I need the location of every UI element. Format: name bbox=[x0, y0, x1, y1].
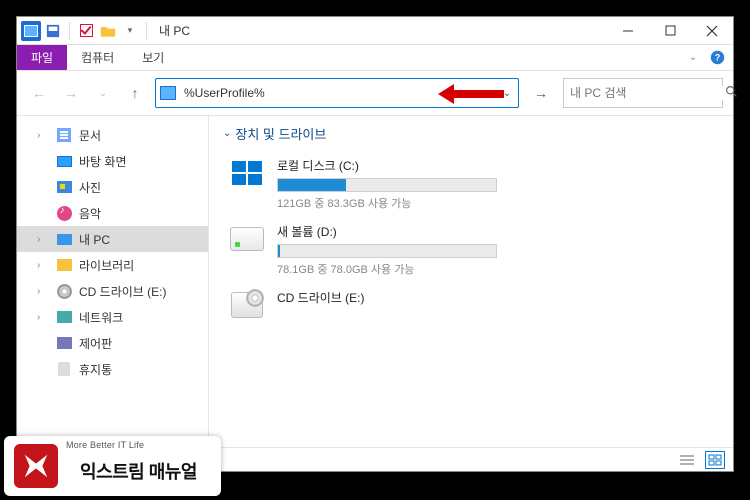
monitor-icon bbox=[21, 21, 41, 41]
sidebar-item-label: 라이브러리 bbox=[79, 257, 134, 274]
help-button[interactable]: ? bbox=[701, 45, 733, 70]
navigation-pane: › 문서바탕 화면사진음악 › 내 PC › 라이브러리 › CD 드라이브 (E:) › 네트워… bbox=[17, 116, 209, 447]
back-button[interactable]: ← bbox=[27, 81, 51, 105]
details-view-button[interactable] bbox=[677, 451, 697, 469]
sidebar-item-label: 바탕 화면 bbox=[79, 153, 127, 170]
cd-icon bbox=[55, 283, 73, 299]
net-icon bbox=[55, 309, 73, 325]
menu-view[interactable]: 보기 bbox=[128, 45, 178, 70]
sidebar-item-music[interactable]: 음악 bbox=[17, 200, 208, 226]
address-bar[interactable]: ⌄ bbox=[155, 78, 519, 108]
minimize-button[interactable] bbox=[607, 17, 649, 44]
expand-chevron-icon[interactable]: › bbox=[37, 286, 49, 297]
pc-icon bbox=[55, 231, 73, 247]
lib-icon bbox=[55, 257, 73, 273]
sidebar-item-ctrl[interactable]: 제어판 bbox=[17, 330, 208, 356]
hdd-drive-icon bbox=[230, 227, 264, 251]
recent-dropdown[interactable]: ⌄ bbox=[91, 81, 115, 105]
titlebar: ▾ 내 PC bbox=[17, 17, 733, 45]
close-button[interactable] bbox=[691, 17, 733, 44]
trash-icon bbox=[55, 361, 73, 377]
address-location-icon bbox=[156, 86, 180, 100]
up-button[interactable]: ↑ bbox=[123, 81, 147, 105]
maximize-button[interactable] bbox=[649, 17, 691, 44]
search-input[interactable] bbox=[570, 86, 725, 100]
storage-bar bbox=[277, 244, 497, 258]
menu-computer[interactable]: 컴퓨터 bbox=[67, 45, 128, 70]
window-title: 내 PC bbox=[155, 22, 607, 39]
address-input[interactable] bbox=[180, 84, 496, 102]
sidebar-item-label: 네트워크 bbox=[79, 309, 123, 326]
chevron-down-icon: ⌄ bbox=[223, 128, 231, 139]
ctrl-icon bbox=[55, 335, 73, 351]
sidebar-item-lib[interactable]: › 라이브러리 bbox=[17, 252, 208, 278]
sidebar-item-net[interactable]: › 네트워크 bbox=[17, 304, 208, 330]
search-box[interactable] bbox=[563, 78, 723, 108]
desk-icon bbox=[55, 153, 73, 169]
sidebar-item-pic[interactable]: 사진 bbox=[17, 174, 208, 200]
separator bbox=[146, 22, 147, 40]
watermark-logo: More Better IT Life 익스트림 매뉴얼 bbox=[4, 436, 221, 496]
drive-subtitle: 121GB 중 83.3GB 사용 가능 bbox=[277, 195, 715, 211]
docs-icon bbox=[55, 127, 73, 143]
go-refresh-button[interactable]: → bbox=[527, 79, 555, 107]
forward-button[interactable]: → bbox=[59, 81, 83, 105]
sidebar-item-label: 사진 bbox=[79, 179, 101, 196]
expand-chevron-icon[interactable]: › bbox=[37, 234, 49, 245]
logo-badge-icon bbox=[14, 444, 58, 488]
section-title: 장치 및 드라이브 bbox=[235, 124, 326, 143]
sidebar-item-label: 제어판 bbox=[79, 335, 112, 352]
ribbon-expand-icon[interactable]: ⌄ bbox=[685, 45, 701, 70]
sidebar-item-label: 휴지통 bbox=[79, 361, 112, 378]
quick-access-toolbar: ▾ bbox=[17, 21, 155, 41]
content-pane: ⌄ 장치 및 드라이브 로컬 디스크 (C:) 121GB 중 83.3GB 사용… bbox=[209, 116, 733, 447]
folder-qa-icon[interactable] bbox=[98, 21, 118, 41]
sidebar-item-docs[interactable]: › 문서 bbox=[17, 122, 208, 148]
drive-item[interactable]: 새 볼륨 (D:) 78.1GB 중 78.0GB 사용 가능 bbox=[223, 217, 719, 283]
music-icon bbox=[55, 205, 73, 221]
search-icon[interactable] bbox=[725, 85, 738, 101]
section-devices-drives[interactable]: ⌄ 장치 및 드라이브 bbox=[223, 124, 719, 143]
qa-dropdown-icon[interactable]: ▾ bbox=[120, 21, 140, 41]
drive-title[interactable]: CD 드라이브 (E:) bbox=[277, 289, 715, 306]
properties-checked-icon[interactable] bbox=[76, 21, 96, 41]
menubar: 파일 컴퓨터 보기 ⌄ ? bbox=[17, 45, 733, 71]
cd-drive-icon bbox=[231, 292, 263, 318]
sidebar-item-label: CD 드라이브 (E:) bbox=[79, 283, 167, 300]
sidebar-item-pc[interactable]: › 내 PC bbox=[17, 226, 208, 252]
expand-chevron-icon[interactable]: › bbox=[37, 260, 49, 271]
expand-chevron-icon[interactable]: › bbox=[37, 130, 49, 141]
logo-tagline: More Better IT Life bbox=[66, 440, 211, 450]
sidebar-item-label: 음악 bbox=[79, 205, 101, 222]
logo-name: 익스트림 매뉴얼 bbox=[66, 450, 211, 492]
drive-title[interactable]: 로컬 디스크 (C:) bbox=[277, 157, 715, 174]
sidebar-item-desk[interactable]: 바탕 화면 bbox=[17, 148, 208, 174]
sidebar-item-label: 문서 bbox=[79, 127, 101, 144]
svg-text:?: ? bbox=[714, 53, 720, 63]
sidebar-item-cd[interactable]: › CD 드라이브 (E:) bbox=[17, 278, 208, 304]
windows-drive-icon bbox=[230, 159, 264, 187]
navigation-bar: ← → ⌄ ↑ ⌄ → bbox=[17, 71, 733, 115]
drive-item[interactable]: 로컬 디스크 (C:) 121GB 중 83.3GB 사용 가능 bbox=[223, 151, 719, 217]
menu-file[interactable]: 파일 bbox=[17, 45, 67, 70]
drive-item[interactable]: CD 드라이브 (E:) bbox=[223, 283, 719, 327]
large-icons-view-button[interactable] bbox=[705, 451, 725, 469]
storage-bar bbox=[277, 178, 497, 192]
explorer-window: ▾ 내 PC 파일 컴퓨터 보기 ⌄ ? ← → ⌄ ↑ ⌄ bbox=[16, 16, 734, 472]
sidebar-item-label: 내 PC bbox=[79, 231, 110, 248]
separator bbox=[69, 22, 70, 40]
drive-title[interactable]: 새 볼륨 (D:) bbox=[277, 223, 715, 240]
pic-icon bbox=[55, 179, 73, 195]
address-history-dropdown[interactable]: ⌄ bbox=[496, 88, 518, 99]
sidebar-item-trash[interactable]: 휴지통 bbox=[17, 356, 208, 382]
drive-subtitle: 78.1GB 중 78.0GB 사용 가능 bbox=[277, 261, 715, 277]
save-qa-icon[interactable] bbox=[43, 21, 63, 41]
expand-chevron-icon[interactable]: › bbox=[37, 312, 49, 323]
